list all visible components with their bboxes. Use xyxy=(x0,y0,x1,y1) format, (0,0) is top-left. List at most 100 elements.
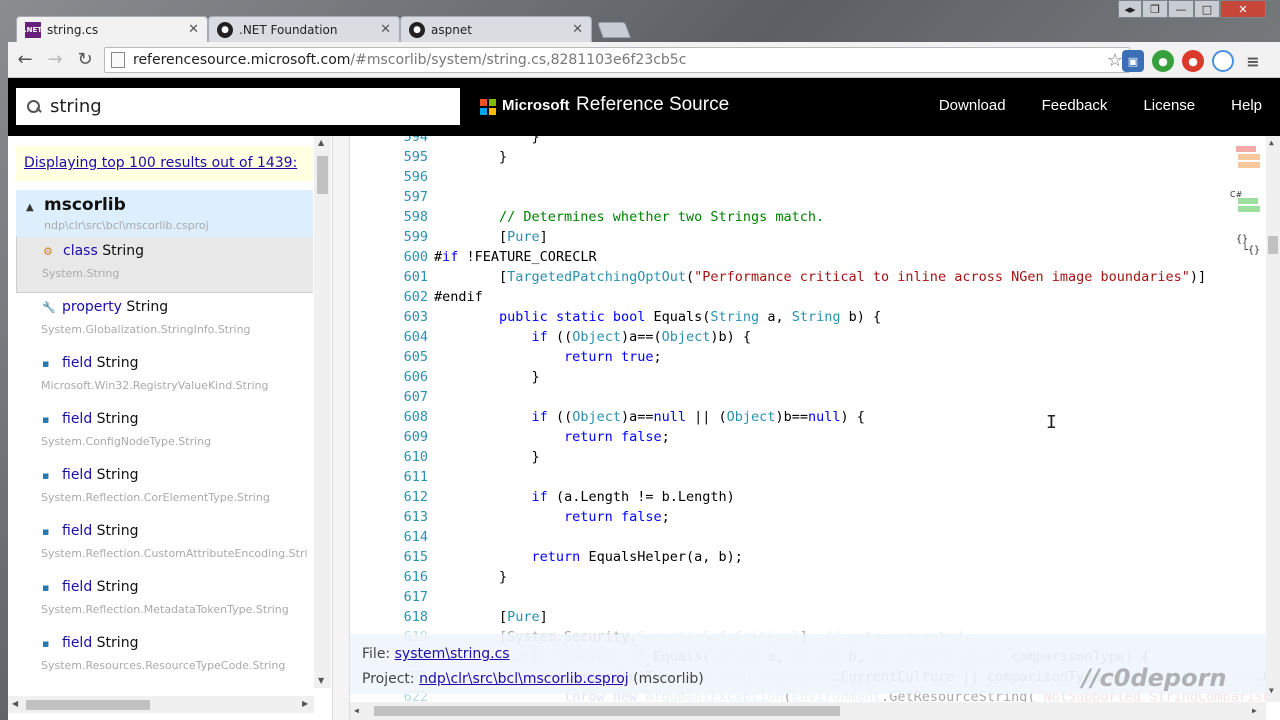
code-text[interactable]: [Pure] xyxy=(434,227,548,247)
scroll-down-arrow-icon[interactable]: ▼ xyxy=(318,676,324,685)
restore-icon[interactable]: ❐ xyxy=(1142,0,1168,18)
code-horizontal-scrollbar[interactable]: ◀ ▶ xyxy=(350,702,1266,720)
result-count-banner[interactable]: Displaying top 100 results out of 1439: xyxy=(16,146,313,181)
code-text[interactable]: } xyxy=(434,136,540,147)
code-text[interactable]: } xyxy=(434,567,507,587)
close-tab-icon[interactable]: ✕ xyxy=(188,22,199,37)
line-number[interactable]: 613 xyxy=(378,507,428,527)
tomato-icon[interactable]: ● xyxy=(1182,50,1204,72)
result-count-link[interactable]: Displaying top 100 results out of 1439: xyxy=(24,155,297,171)
microsoft-brand[interactable]: Microsoft xyxy=(502,97,570,114)
scroll-right-arrow-icon[interactable]: ▶ xyxy=(302,699,308,708)
code-text[interactable]: if (a.Length != b.Length) xyxy=(434,487,735,507)
address-bar[interactable]: referencesource.microsoft.com/#mscorlib/… xyxy=(104,47,1130,73)
line-number[interactable]: 597 xyxy=(378,187,428,207)
scroll-up-arrow-icon[interactable]: ▲ xyxy=(1269,138,1274,147)
results-horizontal-scrollbar[interactable]: ◀ ▶ xyxy=(8,696,314,713)
result-item[interactable]: ▪ field String System.Resources.Resource… xyxy=(16,629,313,685)
result-item[interactable]: 🔧 property String System.Globalization.S… xyxy=(16,293,313,349)
code-text[interactable]: } xyxy=(434,367,540,387)
scroll-up-arrow-icon[interactable]: ▲ xyxy=(318,138,324,147)
nav-download[interactable]: Download xyxy=(939,97,1006,114)
outline-namespace-icon[interactable] xyxy=(1228,146,1268,176)
line-number[interactable]: 594 xyxy=(378,136,428,147)
line-number[interactable]: 618 xyxy=(378,607,428,627)
minimize-button[interactable]: — xyxy=(1168,0,1194,18)
evernote-icon[interactable]: ● xyxy=(1152,50,1174,72)
back-button[interactable]: ← xyxy=(10,45,40,75)
line-number[interactable]: 609 xyxy=(378,427,428,447)
code-text[interactable]: return false; xyxy=(434,507,670,527)
scrollbar-thumb[interactable] xyxy=(317,156,328,194)
code-text[interactable]: return false; xyxy=(434,427,670,447)
line-number[interactable]: 611 xyxy=(378,467,428,487)
result-item[interactable]: ▪ field String System.Reflection.CorElem… xyxy=(16,461,313,517)
code-text[interactable]: return EqualsHelper(a, b); xyxy=(434,547,743,567)
close-window-button[interactable]: ✕ xyxy=(1220,0,1266,18)
line-number[interactable]: 600 xyxy=(378,247,428,267)
site-title[interactable]: Reference Source xyxy=(576,94,729,116)
line-number[interactable]: 602 xyxy=(378,287,428,307)
new-tab-button[interactable] xyxy=(597,22,631,38)
tab-dotnet-foundation[interactable]: ● .NET Foundation ✕ xyxy=(208,16,400,42)
line-number[interactable]: 610 xyxy=(378,447,428,467)
tab-string-cs[interactable]: .NET string.cs ✕ xyxy=(16,16,208,42)
scroll-right-arrow-icon[interactable]: ▶ xyxy=(1252,706,1257,715)
line-number[interactable]: 612 xyxy=(378,487,428,507)
line-number[interactable]: 595 xyxy=(378,147,428,167)
code-text[interactable]: } xyxy=(434,147,507,167)
code-text[interactable]: public static bool Equals(String a, Stri… xyxy=(434,307,881,327)
line-number[interactable]: 606 xyxy=(378,367,428,387)
code-text[interactable]: if ((Object)a==(Object)b) { xyxy=(434,327,752,347)
code-text[interactable]: #endif xyxy=(434,287,483,307)
result-item[interactable]: ▪ field String System.Reflection.CustomA… xyxy=(16,517,313,573)
collapse-triangle-icon[interactable]: ▲ xyxy=(26,202,34,213)
line-number[interactable]: 615 xyxy=(378,547,428,567)
line-number[interactable]: 601 xyxy=(378,267,428,287)
nav-license[interactable]: License xyxy=(1143,97,1195,114)
line-number[interactable]: 614 xyxy=(378,527,428,547)
outline-braces-icon[interactable]: {} └{} xyxy=(1228,234,1268,264)
code-text[interactable]: // Determines whether two Strings match. xyxy=(434,207,824,227)
search-input[interactable] xyxy=(50,96,440,117)
nav-feedback[interactable]: Feedback xyxy=(1042,97,1108,114)
scroll-down-arrow-icon[interactable]: ▼ xyxy=(1269,686,1274,695)
search-box[interactable] xyxy=(16,88,460,125)
line-number[interactable]: 607 xyxy=(378,387,428,407)
result-item[interactable]: ⚙ class String System.String xyxy=(16,237,313,293)
project-link[interactable]: ndp\clr\src\bcl\mscorlib.csproj xyxy=(419,671,629,687)
forward-button[interactable]: → xyxy=(40,45,70,75)
line-number[interactable]: 596 xyxy=(378,167,428,187)
result-item[interactable]: ▪ field String Microsoft.Win32.RegistryV… xyxy=(16,349,313,405)
devtools-icon[interactable]: ◂▸ xyxy=(1118,0,1142,18)
scrollbar-thumb[interactable] xyxy=(374,706,840,716)
line-number[interactable]: 598 xyxy=(378,207,428,227)
line-number[interactable]: 617 xyxy=(378,587,428,607)
code-text[interactable]: } xyxy=(434,447,540,467)
result-item[interactable]: ▪ field String System.Reflection.Metadat… xyxy=(16,573,313,629)
code-text[interactable]: #if !FEATURE_CORECLR xyxy=(434,247,597,267)
close-tab-icon[interactable]: ✕ xyxy=(572,22,583,37)
maximize-button[interactable]: □ xyxy=(1194,0,1220,18)
extension-circle-icon[interactable] xyxy=(1212,50,1234,72)
results-vertical-scrollbar[interactable]: ▲ ▼ xyxy=(314,136,331,688)
code-text[interactable]: [Pure] xyxy=(434,607,548,627)
code-text[interactable]: [TargetedPatchingOptOut("Performance cri… xyxy=(434,267,1206,287)
line-number[interactable]: 599 xyxy=(378,227,428,247)
menu-icon[interactable]: ≡ xyxy=(1242,50,1264,72)
reload-button[interactable]: ↻ xyxy=(70,45,100,75)
line-number[interactable]: 603 xyxy=(378,307,428,327)
file-link[interactable]: system\string.cs xyxy=(395,646,510,662)
outline-csharp-icon[interactable]: C# xyxy=(1228,190,1268,220)
line-number[interactable]: 608 xyxy=(378,407,428,427)
code-text[interactable]: return true; xyxy=(434,347,662,367)
microsoft-logo-icon[interactable] xyxy=(480,99,496,115)
line-number[interactable]: 605 xyxy=(378,347,428,367)
line-number[interactable]: 616 xyxy=(378,567,428,587)
line-number[interactable]: 604 xyxy=(378,327,428,347)
extension-blue-icon[interactable]: ▣ xyxy=(1122,50,1144,72)
nav-help[interactable]: Help xyxy=(1231,97,1262,114)
result-item[interactable]: ▪ field String System.ConfigNodeType.Str… xyxy=(16,405,313,461)
tab-aspnet[interactable]: ● aspnet ✕ xyxy=(400,16,592,42)
scrollbar-thumb[interactable] xyxy=(26,700,150,710)
